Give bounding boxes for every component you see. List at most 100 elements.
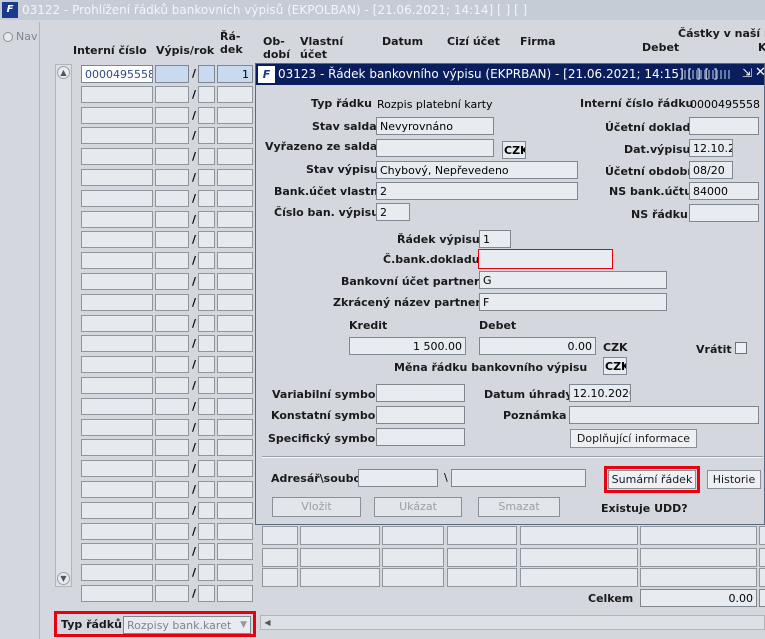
historie-button[interactable]: Historie: [707, 470, 761, 489]
grid-cell-vypis[interactable]: [155, 231, 189, 249]
grid-cell-rok[interactable]: [198, 460, 215, 478]
grid-cell-rok[interactable]: [198, 189, 215, 207]
grid-cell-interni[interactable]: [81, 314, 153, 332]
dat-vypisu-field[interactable]: 12.10.2020: [689, 139, 733, 157]
grid-cell-rok[interactable]: [198, 127, 215, 145]
grid-cell-right[interactable]: [759, 568, 765, 587]
grid-cell-interni[interactable]: [81, 418, 153, 436]
grid-cell-vypis[interactable]: [155, 481, 189, 498]
grid-cell-radek[interactable]: [217, 397, 253, 415]
poznamka-field[interactable]: [569, 406, 759, 424]
grid-cell-radek[interactable]: [217, 418, 253, 436]
grid-cell-vypis[interactable]: [155, 335, 189, 353]
stav-vypisu-field[interactable]: Chybový, Nepřevedeno: [376, 161, 578, 179]
grid-cell-radek[interactable]: [217, 377, 253, 394]
grid-cell-right[interactable]: [382, 526, 444, 545]
grid-cell-vypis[interactable]: [155, 501, 189, 519]
grid-cell-rok[interactable]: [198, 273, 215, 290]
grid-cell-vypis[interactable]: [155, 314, 189, 332]
grid-cell-radek[interactable]: [217, 543, 253, 561]
grid-cell-rok[interactable]: [198, 418, 215, 436]
row1-interni-cislo[interactable]: 0000495558: [81, 65, 153, 83]
row1-vypis[interactable]: [155, 65, 189, 83]
grid-cell-interni[interactable]: [81, 481, 153, 498]
grid-cell-rok[interactable]: [198, 148, 215, 166]
konstatni-field[interactable]: [376, 406, 465, 424]
ns-radku-field[interactable]: [689, 204, 759, 222]
grid-cell-vypis[interactable]: [155, 252, 189, 270]
scroll-left-icon[interactable]: ◀: [262, 617, 273, 628]
grid-cell-rok[interactable]: [198, 439, 215, 457]
grid-cell-right[interactable]: [640, 548, 757, 567]
grid-scrollbar[interactable]: ▲ ▼: [55, 64, 72, 587]
grid-cell-interni[interactable]: [81, 189, 153, 207]
zkraceny-nazev-field[interactable]: F: [479, 293, 667, 311]
grid-cell-radek[interactable]: [217, 189, 253, 207]
grid-cell-interni[interactable]: [81, 564, 153, 582]
grid-cell-rok[interactable]: [198, 231, 215, 249]
grid-cell-radek[interactable]: [217, 356, 253, 374]
sumarni-button[interactable]: Sumární řádek: [608, 470, 696, 489]
adresar-field[interactable]: [358, 469, 438, 487]
grid-cell-vypis[interactable]: [155, 169, 189, 186]
grid-cell-interni[interactable]: [81, 210, 153, 228]
nav-button[interactable]: Nav: [3, 30, 39, 44]
grid-cell-rok[interactable]: [198, 335, 215, 353]
grid-cell-rok[interactable]: [198, 314, 215, 332]
grid-cell-rok[interactable]: [198, 501, 215, 519]
grid-cell-interni[interactable]: [81, 169, 153, 186]
row1-rok[interactable]: [198, 65, 215, 83]
kredit-field[interactable]: 1 500.00: [349, 337, 466, 355]
vyrazeno-field[interactable]: [376, 139, 494, 157]
grid-cell-right[interactable]: [520, 568, 638, 587]
grid-cell-radek[interactable]: [217, 293, 253, 311]
grid-cell-radek[interactable]: [217, 273, 253, 290]
grid-cell-interni[interactable]: [81, 377, 153, 394]
grid-cell-right[interactable]: [382, 548, 444, 567]
grid-cell-radek[interactable]: [217, 231, 253, 249]
bank-ucet-field[interactable]: 2: [376, 182, 578, 200]
grid-cell-vypis[interactable]: [155, 210, 189, 228]
grid-cell-interni[interactable]: [81, 543, 153, 561]
grid-cell-radek[interactable]: [217, 460, 253, 478]
grid-cell-interni[interactable]: [81, 231, 153, 249]
grid-cell-right[interactable]: [447, 568, 517, 587]
grid-cell-interni[interactable]: [81, 501, 153, 519]
grid-cell-radek[interactable]: [217, 522, 253, 540]
grid-cell-radek[interactable]: [217, 314, 253, 332]
grid-cell-right[interactable]: [447, 548, 517, 567]
grid-cell-radek[interactable]: [217, 564, 253, 582]
chevron-down-icon[interactable]: ▼: [240, 618, 247, 633]
grid-cell-radek[interactable]: [217, 127, 253, 145]
scroll-down-icon[interactable]: ▼: [57, 572, 70, 585]
stav-salda-field[interactable]: Nevyrovnáno: [376, 117, 494, 135]
grid-cell-radek[interactable]: [217, 585, 253, 602]
grid-cell-right[interactable]: [300, 526, 380, 545]
grid-cell-interni[interactable]: [81, 439, 153, 457]
dialog-title-bar[interactable]: F 03123 - Řádek bankovního výpisu (EKPRB…: [256, 64, 765, 85]
datum-uhrady-field[interactable]: 12.10.2020: [569, 384, 631, 402]
ukazat-button[interactable]: Ukázat: [374, 497, 462, 517]
ns-bank-field[interactable]: 84000: [689, 182, 759, 200]
grid-cell-vypis[interactable]: [155, 85, 189, 103]
grid-cell-interni[interactable]: [81, 106, 153, 124]
grid-cell-right[interactable]: [520, 548, 638, 567]
vratit-checkbox[interactable]: [735, 342, 747, 354]
grid-cell-rok[interactable]: [198, 543, 215, 561]
grid-cell-rok[interactable]: [198, 252, 215, 270]
grid-cell-rok[interactable]: [198, 397, 215, 415]
grid-cell-vypis[interactable]: [155, 439, 189, 457]
grid-cell-interni[interactable]: [81, 585, 153, 602]
grid-cell-rok[interactable]: [198, 585, 215, 602]
grid-cell-vypis[interactable]: [155, 293, 189, 311]
grid-cell-right[interactable]: [520, 526, 638, 545]
grid-cell-right[interactable]: [262, 526, 298, 545]
cislo-vypisu-field[interactable]: 2: [376, 203, 410, 221]
grid-cell-vypis[interactable]: [155, 148, 189, 166]
bank-ucet-partnera-field[interactable]: G: [479, 271, 667, 289]
grid-cell-rok[interactable]: [198, 356, 215, 374]
grid-cell-right[interactable]: [759, 548, 765, 567]
grid-cell-right[interactable]: [640, 526, 757, 545]
grid-cell-rok[interactable]: [198, 481, 215, 498]
grid-cell-rok[interactable]: [198, 522, 215, 540]
